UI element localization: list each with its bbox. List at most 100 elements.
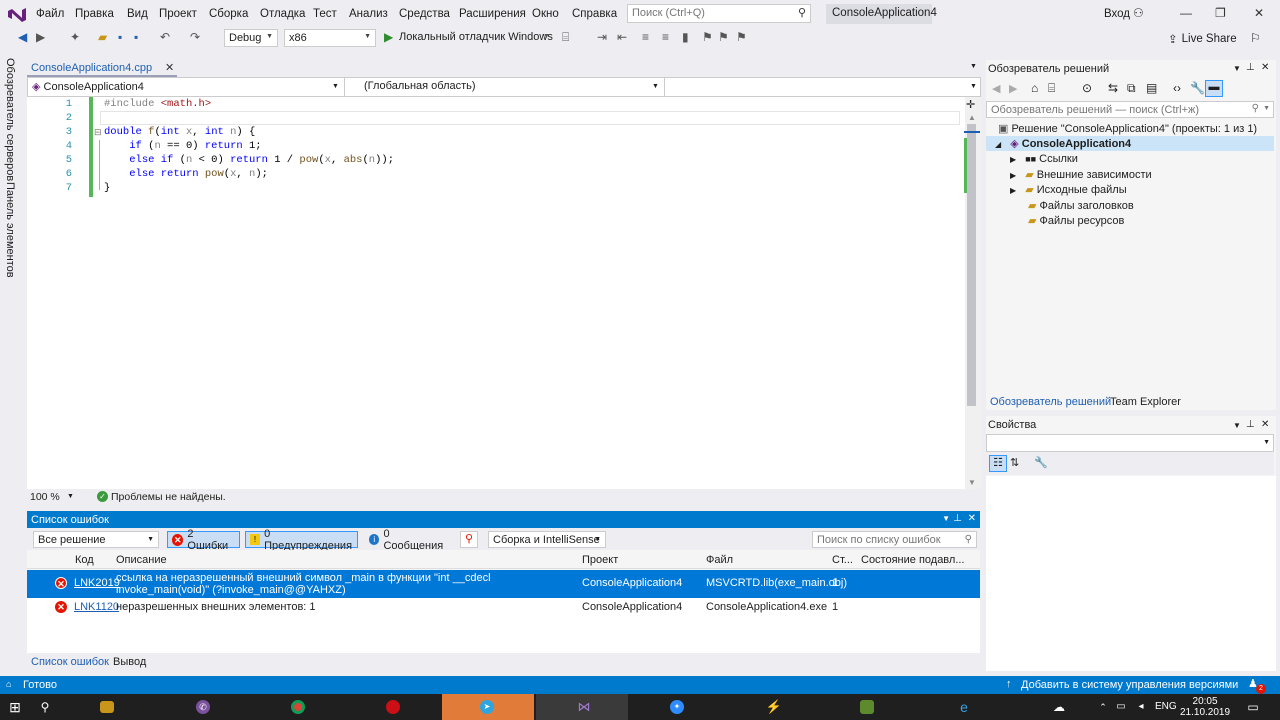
minecraft-icon[interactable] [860, 700, 874, 714]
categorized-icon[interactable]: ☷ [989, 455, 1007, 472]
scroll-thumb[interactable] [967, 124, 976, 406]
redo-icon[interactable]: ↷ [190, 30, 200, 44]
collapse-all-icon[interactable]: ⧉ [1127, 81, 1136, 96]
chrome-icon[interactable] [291, 700, 305, 714]
tab-team-explorer[interactable]: Team Explorer [1110, 396, 1181, 408]
column-project[interactable]: Проект [582, 554, 618, 566]
prev-bookmark-icon[interactable]: ⚑ [702, 30, 713, 44]
platform-combo[interactable]: x86 ▼ [284, 29, 376, 47]
tree-node-external-deps[interactable]: ▶ ▰ Внешние зависимости [1010, 168, 1152, 181]
switch-views-icon[interactable]: ⌸ [1048, 81, 1055, 96]
onedrive-icon[interactable]: ☁ [1050, 698, 1068, 716]
tree-solution[interactable]: ▣ Решение "ConsoleApplication4" (проекты… [998, 122, 1257, 135]
scroll-up-icon[interactable]: ▲ [968, 113, 976, 122]
error-code-link[interactable]: LNK1120 [74, 601, 119, 613]
visual-studio-icon[interactable]: ⋈ [575, 698, 593, 716]
preview-icon[interactable]: ▬ [1205, 80, 1223, 97]
new-project-icon[interactable]: ✦ [70, 30, 80, 44]
close-tab-icon[interactable]: ✕ [165, 61, 174, 74]
save-icon[interactable]: ▪ [118, 30, 122, 44]
next-bookmark-icon[interactable]: ⚑ [718, 30, 729, 44]
toolbox-tab[interactable]: Панель элементов [4, 182, 16, 278]
tab-solution-explorer[interactable]: Обозреватель решений [990, 396, 1111, 408]
feedback-icon[interactable]: ⚐ [1250, 31, 1261, 45]
chevron-down-icon[interactable]: ▼ [332, 83, 339, 90]
clear-bookmarks-icon[interactable]: ⚑ [736, 30, 747, 44]
minimize-button[interactable]: — [1180, 6, 1192, 20]
save-all-icon[interactable]: ▪ [134, 30, 138, 44]
pin-icon[interactable]: ⊥ [1246, 62, 1255, 73]
pin-icon[interactable]: ⊥ [1246, 419, 1255, 430]
split-icon[interactable]: ✛ [966, 98, 975, 111]
close-panel-icon[interactable]: ✕ [1261, 62, 1269, 73]
scope-filter-combo[interactable]: Все решение ▼ [33, 531, 159, 548]
bookmark-icon[interactable]: ▮ [682, 30, 689, 44]
nav-scope-combo[interactable]: (Глобальная область) [364, 80, 476, 92]
menu-view[interactable]: Вид [127, 8, 148, 20]
tray-overflow-icon[interactable]: ⌃ [1094, 698, 1112, 716]
tab-error-list[interactable]: Список ошибок [31, 656, 109, 668]
tree-project[interactable]: ◢ ◈ ConsoleApplication4 [995, 137, 1131, 150]
user-icon[interactable]: ⚇ [1133, 6, 1144, 20]
language-indicator[interactable]: ENG [1155, 701, 1177, 712]
menu-debug[interactable]: Отладка [260, 8, 305, 20]
play-icon[interactable]: ▶ [384, 30, 393, 44]
menu-edit[interactable]: Правка [75, 8, 114, 20]
column-description[interactable]: Описание [116, 554, 167, 566]
close-button[interactable]: ✕ [1254, 6, 1264, 20]
taskbar-clock[interactable]: 20:05 21.10.2019 [1180, 696, 1230, 718]
alphabetical-icon[interactable]: ⇅ [1010, 456, 1019, 469]
collapse-icon[interactable]: ⊟ [94, 127, 102, 138]
uncomment-icon[interactable]: ≡ [662, 30, 669, 44]
action-center-icon[interactable]: ▭ [1244, 698, 1262, 716]
nav-project-combo[interactable]: ◈ ConsoleApplication4 [32, 80, 344, 96]
menu-analyze[interactable]: Анализ [349, 8, 388, 20]
search-icon[interactable]: ⚲ [36, 698, 54, 716]
tree-node-resource-files[interactable]: ▰ Файлы ресурсов [1028, 214, 1124, 227]
tab-overflow-icon[interactable]: ▼ [970, 63, 977, 70]
windows-start-icon[interactable]: ⊞ [6, 698, 24, 716]
scroll-down-icon[interactable]: ▼ [968, 478, 976, 487]
start-debugger-button[interactable]: Локальный отладчик Windows [399, 31, 553, 43]
wrench-icon[interactable]: 🔧 [1190, 81, 1205, 95]
chevron-down-icon[interactable]: ▼ [67, 493, 74, 500]
properties-object-combo[interactable]: ▼ [986, 434, 1274, 452]
chevron-down-icon[interactable]: ▼ [652, 83, 659, 90]
errors-filter-button[interactable]: ✕ 2 Ошибки [167, 528, 240, 552]
panel-menu-icon[interactable]: ▼ [1233, 421, 1241, 430]
tree-node-header-files[interactable]: ▰ Файлы заголовков [1028, 199, 1134, 212]
visual-studio-logo-icon[interactable] [6, 5, 28, 23]
zoom-level[interactable]: 100 % [30, 491, 60, 503]
solution-explorer-search[interactable]: Обозреватель решений — поиск (Ctrl+ж) ⚲ … [986, 101, 1274, 118]
tree-node-references[interactable]: ▶ ■■ Ссылки [1010, 153, 1078, 165]
wrench-icon[interactable]: 🔧 [1034, 456, 1048, 469]
sign-in-link[interactable]: Вход [1104, 8, 1130, 20]
chevron-down-icon[interactable]: ▼ [970, 83, 977, 90]
add-to-source-control-button[interactable]: Добавить в систему управления версиями [1021, 679, 1238, 691]
chevron-down-icon[interactable]: ▼ [543, 33, 550, 40]
close-panel-icon[interactable]: ✕ [968, 513, 976, 524]
forward-icon[interactable]: ▶ [1009, 82, 1017, 95]
live-share-button[interactable]: ⇪ Live Share [1168, 32, 1237, 46]
show-all-files-icon[interactable]: ▤ [1146, 81, 1157, 95]
menu-file[interactable]: Файл [36, 8, 64, 20]
column-file[interactable]: Файл [706, 554, 733, 566]
server-explorer-tab[interactable]: Обозреватель серверов [4, 58, 16, 181]
column-line[interactable]: Ст... [832, 554, 853, 566]
tab-output[interactable]: Вывод [113, 656, 146, 668]
pin-icon[interactable]: ⊥ [953, 513, 962, 524]
config-combo[interactable]: Debug ▼ [224, 29, 278, 47]
messages-filter-button[interactable]: i 0 Сообщения [364, 528, 454, 552]
file-explorer-icon[interactable] [100, 701, 114, 713]
home-icon[interactable]: ⌂ [1031, 81, 1038, 95]
menu-window[interactable]: Окно [532, 8, 559, 20]
column-suppression[interactable]: Состояние подавл... [861, 554, 965, 566]
back-icon[interactable]: ◀ [992, 82, 1000, 95]
telegram-icon[interactable]: ➤ [480, 700, 494, 714]
network-icon[interactable]: ▭ [1112, 698, 1130, 716]
comment-icon[interactable]: ≡ [642, 30, 649, 44]
diagnostic-icon[interactable]: ⌸ [562, 30, 569, 45]
pending-changes-icon[interactable]: ⊙ [1082, 81, 1092, 95]
app-icon[interactable]: ⚡ [765, 698, 783, 716]
menu-tools[interactable]: Средства [399, 8, 450, 20]
